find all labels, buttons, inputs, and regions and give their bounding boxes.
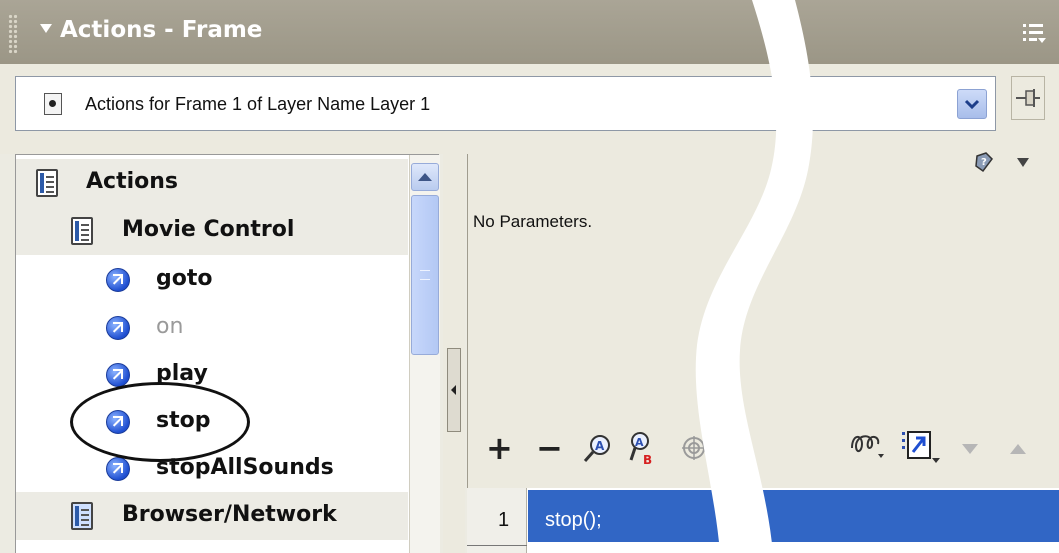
move-down-icon[interactable] bbox=[962, 444, 978, 454]
book-icon bbox=[71, 217, 93, 245]
script-line-selected[interactable] bbox=[528, 490, 1059, 542]
view-options-icon[interactable] bbox=[900, 428, 944, 466]
toolbox-item-movie-control[interactable]: Movie Control bbox=[16, 207, 408, 255]
parameters-message: No Parameters. bbox=[473, 212, 593, 231]
toolbox-item-label: goto bbox=[156, 266, 213, 291]
panel-title: Actions - Frame bbox=[60, 17, 263, 43]
action-icon bbox=[106, 363, 130, 387]
scroll-up-button[interactable] bbox=[411, 163, 439, 191]
action-icon bbox=[106, 457, 130, 481]
book-icon bbox=[71, 502, 93, 530]
book-icon bbox=[36, 169, 58, 197]
line-number-gutter bbox=[467, 488, 527, 553]
debug-options-icon[interactable] bbox=[848, 428, 888, 464]
scroll-thumb[interactable] bbox=[411, 195, 439, 355]
pin-script-button[interactable] bbox=[1011, 76, 1045, 120]
toolbox-scrollbar[interactable] bbox=[409, 155, 440, 553]
actions-panel: Actions - Frame Actions for Frame 1 of L… bbox=[0, 0, 1059, 553]
line-number: 1 bbox=[498, 509, 510, 531]
script-line-code: stop(); bbox=[545, 509, 602, 531]
script-target-dropdown[interactable]: Actions for Frame 1 of Layer Name Layer … bbox=[15, 76, 996, 131]
stop-highlight-circle bbox=[70, 382, 250, 462]
reference-icon[interactable]: ? bbox=[972, 150, 996, 174]
find-icon[interactable]: A bbox=[582, 432, 614, 464]
script-target-label: Actions for Frame 1 of Layer Name Layer … bbox=[85, 94, 431, 114]
gutter-divider bbox=[467, 545, 527, 546]
toolbox-item-label: on bbox=[156, 314, 184, 339]
collapse-arrow-icon[interactable] bbox=[40, 24, 52, 33]
pin-icon bbox=[1016, 89, 1040, 107]
svg-text:B: B bbox=[643, 453, 652, 466]
toolbox-item-browser-network[interactable]: Browser/Network bbox=[16, 492, 408, 540]
svg-text:A: A bbox=[635, 436, 644, 449]
panel-titlebar[interactable]: Actions - Frame bbox=[0, 0, 1059, 64]
dropdown-arrow-button[interactable] bbox=[957, 89, 987, 119]
move-up-icon[interactable] bbox=[1010, 444, 1026, 454]
collapse-toolbox-handle[interactable] bbox=[447, 348, 461, 432]
toolbox-item-label: Movie Control bbox=[122, 217, 295, 242]
script-target-row: Actions for Frame 1 of Layer Name Layer … bbox=[0, 64, 1059, 154]
toolbox-item-label: Actions bbox=[86, 169, 178, 194]
scroll-grip-icon bbox=[420, 270, 430, 280]
replace-icon[interactable]: A B bbox=[626, 430, 658, 466]
chevron-down-icon bbox=[964, 99, 980, 110]
toolbox-item-actions[interactable]: Actions bbox=[16, 159, 408, 207]
toolbox-item-label: Browser/Network bbox=[122, 502, 337, 527]
drag-grip-icon[interactable] bbox=[8, 14, 18, 54]
svg-text:A: A bbox=[595, 439, 605, 453]
toolbox-item-on[interactable]: on bbox=[16, 304, 408, 352]
add-action-button[interactable]: + bbox=[486, 428, 513, 468]
toolbox-item-goto[interactable]: goto bbox=[16, 256, 408, 304]
action-icon bbox=[106, 316, 130, 340]
actions-toolbox[interactable]: Actions Movie Control goto on play stop … bbox=[15, 154, 440, 553]
frame-icon bbox=[44, 93, 62, 115]
delete-action-button[interactable]: − bbox=[536, 428, 563, 468]
action-icon bbox=[106, 268, 130, 292]
panel-options-icon[interactable] bbox=[1021, 20, 1047, 46]
pane-menu-icon[interactable] bbox=[1017, 158, 1029, 167]
svg-text:?: ? bbox=[981, 157, 987, 168]
target-path-icon[interactable] bbox=[680, 434, 708, 462]
